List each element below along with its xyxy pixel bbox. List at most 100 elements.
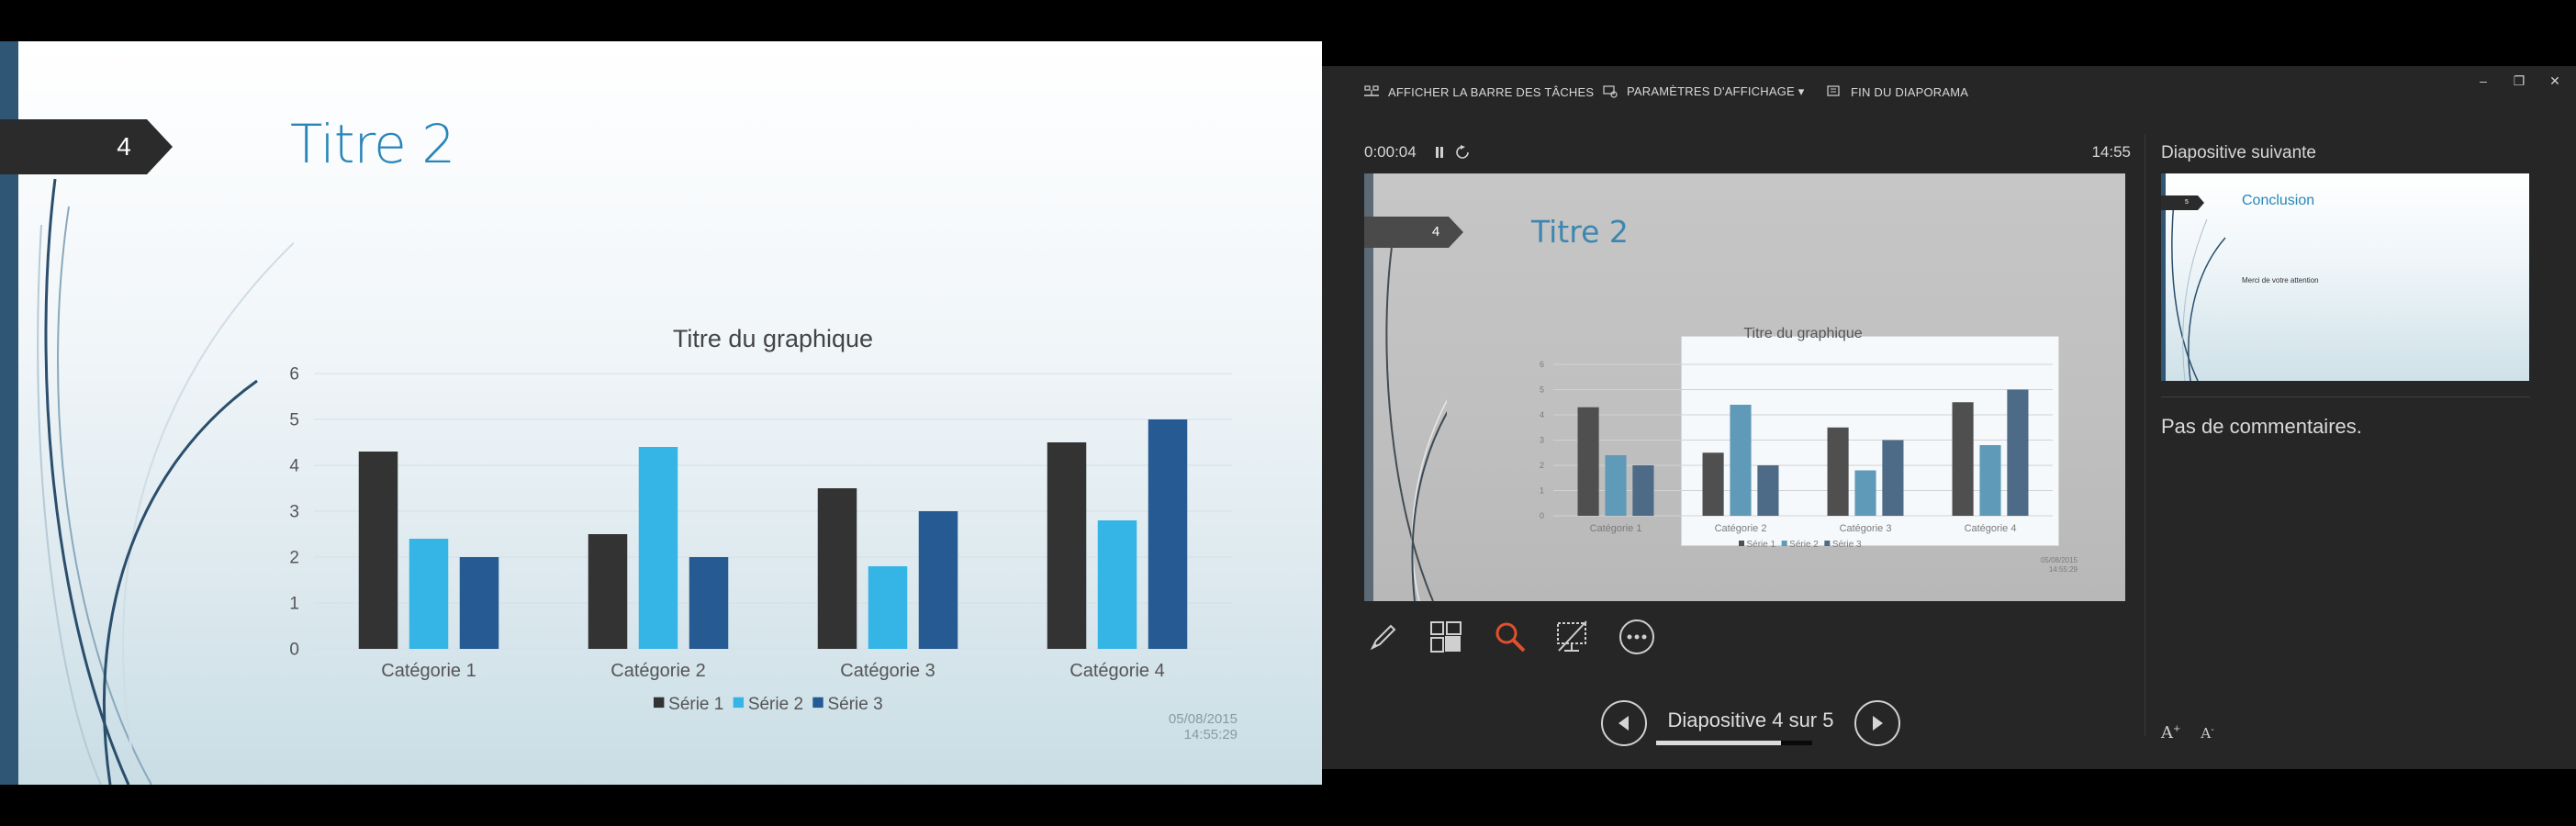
increase-font-button[interactable]: A+ [2161,723,2180,742]
preview-x-category-label: Catégorie 3 [1840,523,1892,534]
preview-legend-label: Série 1 [1747,540,1776,550]
legend-swatch [733,697,745,709]
next-slide-preview[interactable]: 5 Conclusion Merci de votre attention [2161,173,2529,381]
speaker-notes[interactable]: Pas de commentaires. [2161,415,2362,439]
preview-legend-label: Série 2 [1789,540,1819,550]
y-tick-label: 5 [289,411,299,430]
pen-tool-button[interactable] [1362,615,1405,659]
preview-slide-number: 4 [1431,224,1440,240]
previous-arrow-icon [1618,716,1629,731]
y-tick-label: 3 [289,503,299,522]
show-taskbar-button[interactable]: AFFICHER LA BARRE DES TÂCHES [1364,83,1594,101]
slide-date-stamp: 05/08/2015 14:55:29 [1169,711,1238,742]
bar [1097,520,1137,649]
decrease-font-glyph: A [2201,725,2212,742]
preview-y-tick-label: 3 [1540,436,1544,445]
preview-y-tick-label: 0 [1540,511,1544,520]
taskbar-icon [1364,85,1379,96]
next-slide-body: Merci de votre attention [2242,276,2319,285]
preview-y-tick-label: 5 [1540,385,1544,395]
preview-bar [2007,389,2029,516]
pause-timer-button[interactable] [1435,146,1444,159]
clock: 14:55 [2091,143,2131,161]
presenter-toolbar: AFFICHER LA BARRE DES TÂCHES PARAMÈTRES … [1322,66,2576,117]
see-all-slides-button[interactable] [1425,615,1467,659]
display-settings-button[interactable]: PARAMÈTRES D'AFFICHAGE ▾ [1603,83,1804,101]
plus-mark-icon: + [2173,724,2181,734]
preview-bar [1632,465,1654,516]
bar [918,511,958,649]
preview-date: 05/08/2015 [2040,556,2078,564]
legend-label: Série 1 [668,695,723,714]
next-slide-label: Diapositive suivante [2161,143,2316,162]
slide-counter[interactable]: Diapositive 4 sur 5 [1647,698,1854,749]
more-options-button[interactable] [1616,615,1658,659]
restore-button[interactable]: ❐ [2503,70,2535,92]
next-slide-title: Conclusion [2242,193,2315,208]
notes-divider [2161,396,2530,397]
timer-value: 0:00:04 [1364,143,1417,161]
bar [817,488,857,649]
next-arrow-icon [1873,716,1883,731]
close-button[interactable]: ✕ [2539,70,2570,92]
bar-chart: Titre du graphique 0 1 2 3 4 5 6 Catégorie 1 Caté… [289,325,1232,714]
current-slide-preview[interactable]: 4 Titre 2 Titre du graphique 0 1 2 3 4 5 6 Catég… [1364,173,2125,601]
preview-bar [1577,407,1599,516]
previous-slide-button[interactable] [1601,700,1647,746]
preview-time: 14:55:29 [2048,565,2078,574]
presenter-view: AFFICHER LA BARRE DES TÂCHES PARAMÈTRES … [1322,66,2576,769]
pause-icon [1435,147,1443,158]
preview-legend-swatch [1781,541,1787,546]
preview-y-tick-label: 4 [1540,410,1544,419]
display-settings-icon [1603,85,1618,98]
legend-swatch [812,697,823,709]
zoom-button[interactable] [1489,615,1531,659]
preview-x-category-label: Catégorie 4 [1965,523,2017,534]
legend-swatch [654,697,665,709]
preview-chart-title: Titre du graphique [1743,326,1862,341]
slide-counter-text: Diapositive 4 sur 5 [1667,709,1834,731]
y-tick-label: 4 [289,457,299,476]
preview-legend-swatch [1824,541,1831,546]
next-slide-number: 5 [2185,199,2189,206]
preview-bar [1979,445,2001,516]
decrease-font-button[interactable]: A- [2201,725,2213,742]
preview-bar [1702,452,1724,516]
slide-navigation: Diapositive 4 sur 5 [1601,698,1900,749]
bar [358,452,398,649]
y-tick-label: 6 [289,365,299,385]
bar [638,447,678,649]
y-tick-label: 2 [289,549,299,568]
next-slide-button[interactable] [1854,700,1900,746]
notes-font-controls: A+ A- [2161,723,2214,742]
legend-label: Série 2 [748,695,803,714]
preview-bar [1757,465,1779,516]
x-category-label: Catégorie 1 [381,661,476,681]
preview-bar [1952,402,1974,516]
preview-slide-title: Titre 2 [1531,214,1629,250]
bar [1047,442,1087,649]
slide-number: 4 [117,132,131,161]
preview-bar [1854,470,1876,516]
preview-y-tick-label: 6 [1540,360,1544,369]
preview-x-category-label: Catégorie 2 [1715,523,1767,534]
preview-bar-chart: Titre du graphique 0 1 2 3 4 5 6 Catégorie 1 Caté… [1540,326,2053,550]
bar [409,539,449,649]
end-show-icon [1827,85,1840,96]
restart-timer-icon[interactable] [1455,145,1470,160]
minimize-button[interactable]: – [2468,70,2499,92]
preview-x-category-label: Catégorie 1 [1590,523,1642,534]
slide-progress-fill [1656,741,1781,745]
preview-legend-swatch [1739,541,1744,546]
more-options-icon [1619,620,1654,654]
bar [689,557,729,649]
end-slideshow-button[interactable]: FIN DU DIAPORAMA [1827,83,1968,101]
preview-y-tick-label: 2 [1540,461,1544,470]
chart-title: Titre du graphique [673,325,873,352]
slide-title: Titre 2 [290,113,455,175]
bar [868,566,908,649]
preview-bar [1605,455,1627,516]
black-screen-button[interactable] [1551,615,1594,659]
increase-font-glyph: A [2161,723,2173,742]
x-category-label: Catégorie 2 [610,661,705,681]
